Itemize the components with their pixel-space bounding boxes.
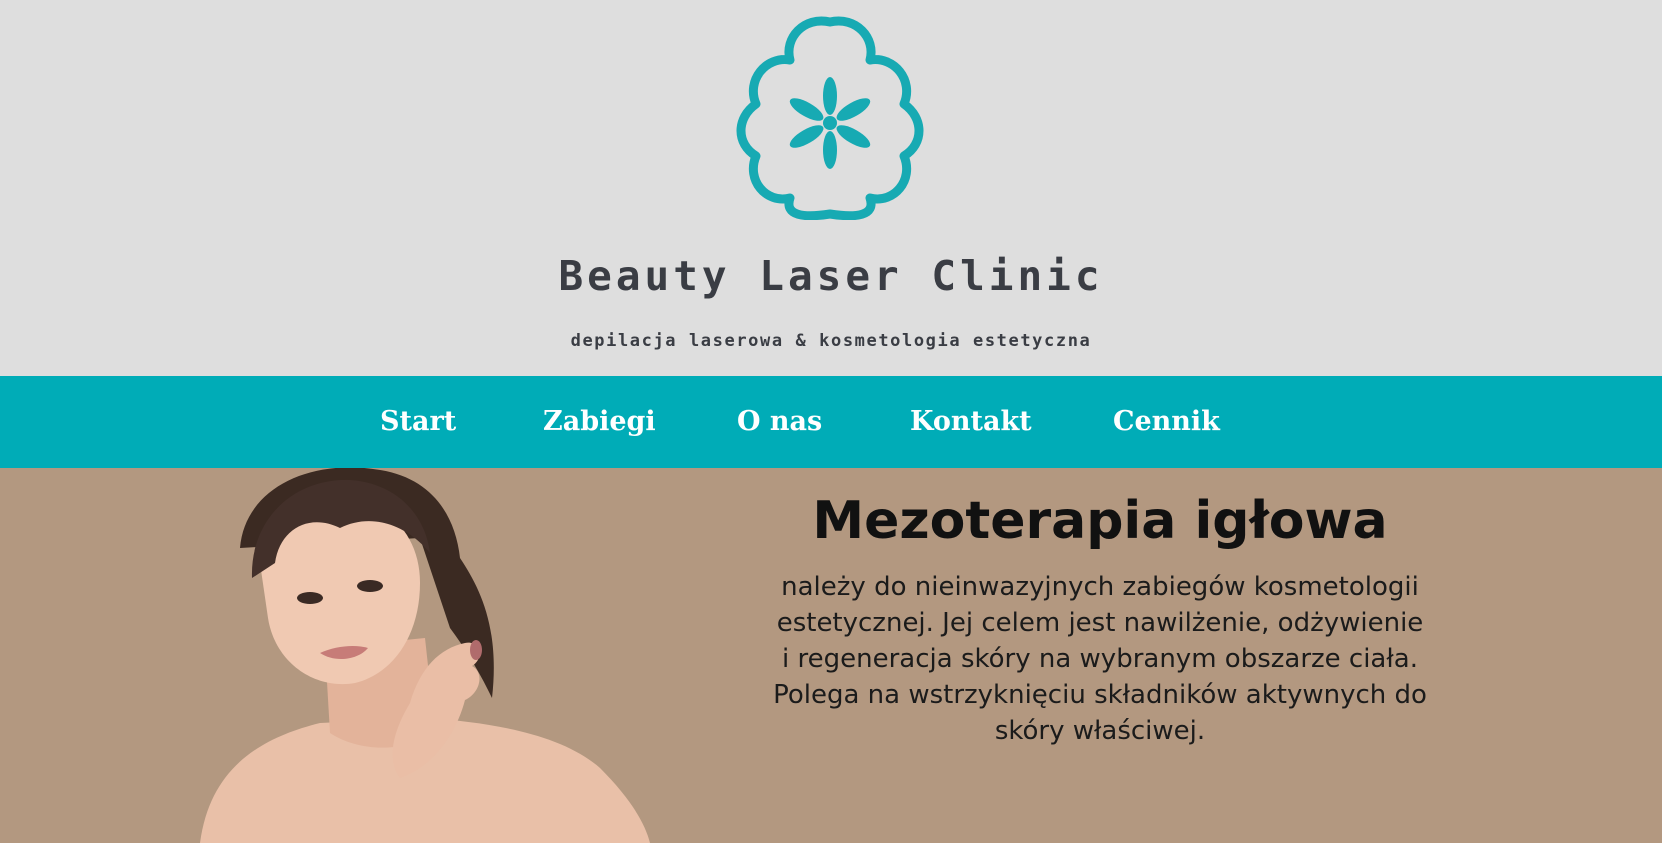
nav-item-zabiegi[interactable]: Zabiegi — [543, 376, 656, 468]
site-title[interactable]: Beauty Laser Clinic — [0, 247, 1662, 305]
hero-description: należy do nieinwazyjnych zabiegów kosmet… — [773, 572, 1427, 746]
site-tagline: depilacja laserowa & kosmetologia estety… — [570, 331, 1092, 351]
main-navigation: Start Zabiegi O nas Kontakt Cennik — [0, 376, 1662, 468]
hero-title: Mezoterapia igłowa — [812, 491, 1388, 551]
nav-item-kontakt[interactable]: Kontakt — [910, 376, 1032, 468]
nav-item-o-nas[interactable]: O nas — [737, 376, 822, 468]
flower-logo-icon[interactable] — [728, 8, 932, 220]
woman-portrait-image — [200, 468, 650, 843]
nav-item-cennik[interactable]: Cennik — [1113, 376, 1220, 468]
nav-item-start[interactable]: Start — [380, 376, 456, 468]
hero-section: Mezoterapia igłowa należy do nieinwazyjn… — [0, 468, 1662, 843]
site-header: Beauty Laser Clinic depilacja laserowa &… — [0, 0, 1662, 376]
